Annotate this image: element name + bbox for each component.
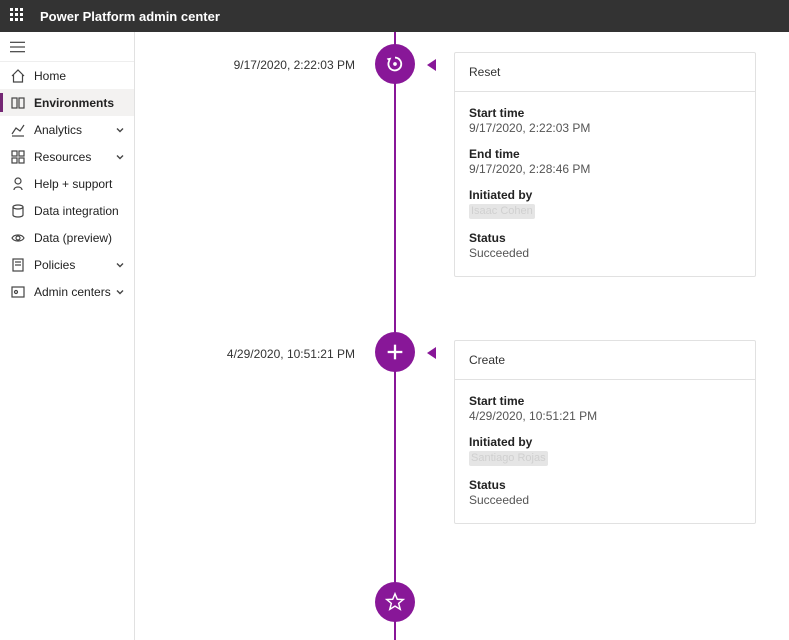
nav-item-data-preview[interactable]: Data (preview) (0, 224, 134, 251)
nav-item-environments[interactable]: Environments (0, 89, 134, 116)
field-value: 4/29/2020, 10:51:21 PM (469, 409, 741, 423)
field-value: 9/17/2020, 2:28:46 PM (469, 162, 741, 176)
field-value: Succeeded (469, 493, 741, 507)
field-value: Isaac Cohen (469, 203, 741, 219)
plus-icon (384, 341, 406, 363)
event-pointer (427, 59, 436, 71)
nav-item-home[interactable]: Home (0, 62, 134, 89)
field-value: Succeeded (469, 246, 741, 260)
chevron-down-icon (114, 286, 126, 298)
field-label: Start time (469, 106, 741, 120)
field-label: End time (469, 147, 741, 161)
help-icon (10, 176, 26, 192)
data-preview-icon (10, 230, 26, 246)
app-launcher-icon[interactable] (10, 8, 26, 24)
field-value: 9/17/2020, 2:22:03 PM (469, 121, 741, 135)
nav-item-resources[interactable]: Resources (0, 143, 134, 170)
event-card-create: Create Start time 4/29/2020, 10:51:21 PM… (454, 340, 756, 524)
policies-icon (10, 257, 26, 273)
nav-item-help[interactable]: Help + support (0, 170, 134, 197)
analytics-icon (10, 122, 26, 138)
nav-label: Home (34, 69, 126, 83)
nav-label: Data (preview) (34, 231, 126, 245)
field-label: Status (469, 231, 741, 245)
chevron-down-icon (114, 124, 126, 136)
nav-label: Data integration (34, 204, 126, 218)
environments-icon (10, 95, 26, 111)
star-icon (384, 591, 406, 613)
sidebar: Home Environments Analytics Resources He… (0, 32, 135, 640)
collapse-nav-button[interactable] (0, 32, 134, 62)
nav-item-policies[interactable]: Policies (0, 251, 134, 278)
event-node-reset[interactable] (375, 44, 415, 84)
app-title: Power Platform admin center (40, 9, 220, 24)
event-title: Create (455, 341, 755, 380)
field-label: Start time (469, 394, 741, 408)
nav-item-analytics[interactable]: Analytics (0, 116, 134, 143)
chevron-down-icon (114, 151, 126, 163)
home-icon (10, 68, 26, 84)
nav-label: Admin centers (34, 285, 114, 299)
nav-label: Analytics (34, 123, 114, 137)
chevron-down-icon (114, 259, 126, 271)
nav-label: Policies (34, 258, 114, 272)
nav-item-admin-centers[interactable]: Admin centers (0, 278, 134, 305)
event-node-create[interactable] (375, 332, 415, 372)
resources-icon (10, 149, 26, 165)
event-timestamp: 4/29/2020, 10:51:21 PM (198, 347, 355, 361)
nav-list: Home Environments Analytics Resources He… (0, 62, 134, 305)
admin-centers-icon (10, 284, 26, 300)
reset-icon (384, 53, 406, 75)
nav-label: Resources (34, 150, 114, 164)
field-label: Status (469, 478, 741, 492)
field-label: Initiated by (469, 435, 741, 449)
nav-item-data-integration[interactable]: Data integration (0, 197, 134, 224)
event-card-reset: Reset Start time 9/17/2020, 2:22:03 PM E… (454, 52, 756, 277)
nav-label: Help + support (34, 177, 126, 191)
app-header: Power Platform admin center (0, 0, 789, 32)
field-label: Initiated by (469, 188, 741, 202)
nav-label: Environments (34, 96, 126, 110)
data-integration-icon (10, 203, 26, 219)
timeline-pane: 9/17/2020, 2:22:03 PM Reset Start time 9… (135, 32, 789, 640)
field-value: Santiago Rojas (469, 450, 741, 466)
event-timestamp: 9/17/2020, 2:22:03 PM (210, 58, 355, 72)
event-title: Reset (455, 53, 755, 92)
event-pointer (427, 347, 436, 359)
timeline-end-node (375, 582, 415, 622)
